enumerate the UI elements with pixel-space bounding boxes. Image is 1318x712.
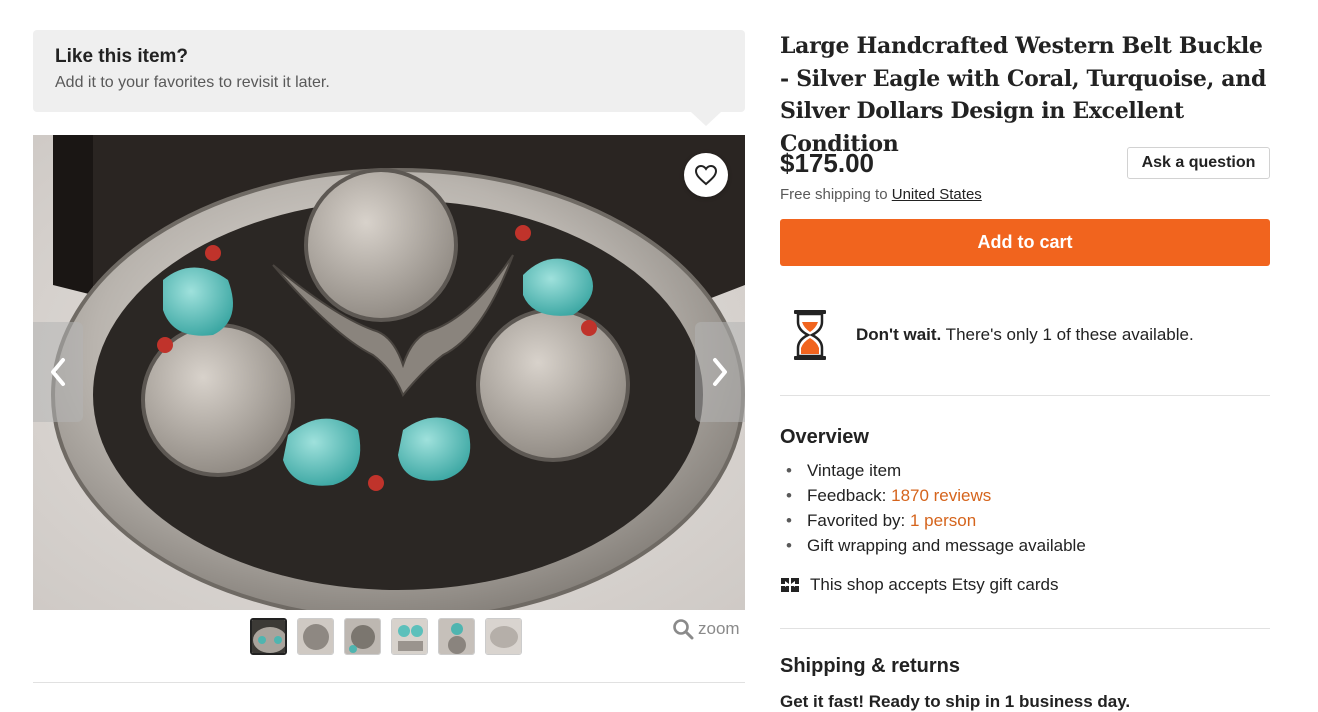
favorited-prefix: Favorited by: <box>807 511 910 530</box>
gift-card-icon <box>781 578 799 592</box>
scarcity-rest: There's only 1 of these available. <box>941 325 1194 344</box>
thumbnail-4[interactable] <box>391 618 428 655</box>
overview-list: Vintage item Feedback: 1870 reviews Favo… <box>786 458 1086 558</box>
chevron-right-icon <box>713 358 727 386</box>
listing-price: $175.00 <box>780 148 874 178</box>
favorite-button[interactable] <box>684 153 728 197</box>
thumbnail-image <box>392 619 427 654</box>
next-image-button[interactable] <box>695 322 745 422</box>
price-row: $175.00 Ask a question <box>780 147 1270 179</box>
magnifier-icon <box>673 619 694 640</box>
previous-image-button[interactable] <box>33 322 83 422</box>
gift-card-notice: This shop accepts Etsy gift cards <box>780 575 1059 595</box>
reviews-link[interactable]: 1870 reviews <box>891 486 991 505</box>
gift-wrap-label: Gift wrapping and message available <box>807 536 1086 555</box>
thumbnail-2[interactable] <box>297 618 334 655</box>
ready-to-ship-text: Get it fast! Ready to ship in 1 business… <box>780 692 1131 711</box>
favorited-link[interactable]: 1 person <box>910 511 976 530</box>
list-item: Favorited by: 1 person <box>786 508 1086 533</box>
thumbnail-image <box>298 619 333 654</box>
thumbnail-image <box>345 619 380 654</box>
list-item: Gift wrapping and message available <box>786 533 1086 558</box>
divider <box>33 682 745 683</box>
product-image <box>33 135 745 610</box>
chevron-left-icon <box>51 358 65 386</box>
shipping-info: Free shipping to United States <box>780 186 982 203</box>
list-item: Vintage item <box>786 458 1086 483</box>
thumbnail-3[interactable] <box>344 618 381 655</box>
thumbnail-image <box>252 620 285 653</box>
thumbnail-6[interactable] <box>485 618 522 655</box>
thumbnail-1[interactable] <box>250 618 287 655</box>
hourglass-icon <box>794 310 826 360</box>
divider <box>780 395 1270 396</box>
zoom-label: zoom <box>698 619 740 638</box>
favorites-banner: Like this item? Add it to your favorites… <box>33 30 745 126</box>
favorites-banner-title: Like this item? <box>55 46 189 67</box>
listing-details: Large Handcrafted Western Belt Buckle - … <box>780 30 1270 711</box>
list-item: Feedback: 1870 reviews <box>786 483 1086 508</box>
gift-card-text: This shop accepts Etsy gift cards <box>810 575 1059 594</box>
overview-heading: Overview <box>780 426 869 448</box>
vintage-label: Vintage item <box>807 461 902 480</box>
shipping-returns-heading: Shipping & returns <box>780 655 960 677</box>
thumbnail-5[interactable] <box>438 618 475 655</box>
zoom-button[interactable]: zoom <box>672 618 740 640</box>
scarcity-bold: Don't wait. <box>856 325 942 344</box>
product-image-carousel[interactable] <box>33 135 745 610</box>
divider <box>780 628 1270 629</box>
shipping-destination-link[interactable]: United States <box>892 186 982 203</box>
thumbnail-strip <box>250 618 522 655</box>
listing-title: Large Handcrafted Western Belt Buckle - … <box>780 33 1267 157</box>
thumbnail-image <box>439 619 474 654</box>
scarcity-text: Don't wait. There's only 1 of these avai… <box>856 325 1194 345</box>
shipping-prefix: Free shipping to <box>780 186 892 203</box>
thumbnail-image <box>486 619 521 654</box>
heart-icon <box>694 164 718 186</box>
feedback-prefix: Feedback: <box>807 486 892 505</box>
scarcity-notice: Don't wait. There's only 1 of these avai… <box>780 305 1270 365</box>
ask-question-button[interactable]: Ask a question <box>1127 147 1270 179</box>
add-to-cart-button[interactable]: Add to cart <box>780 219 1270 266</box>
favorites-banner-subtitle: Add it to your favorites to revisit it l… <box>55 74 330 91</box>
